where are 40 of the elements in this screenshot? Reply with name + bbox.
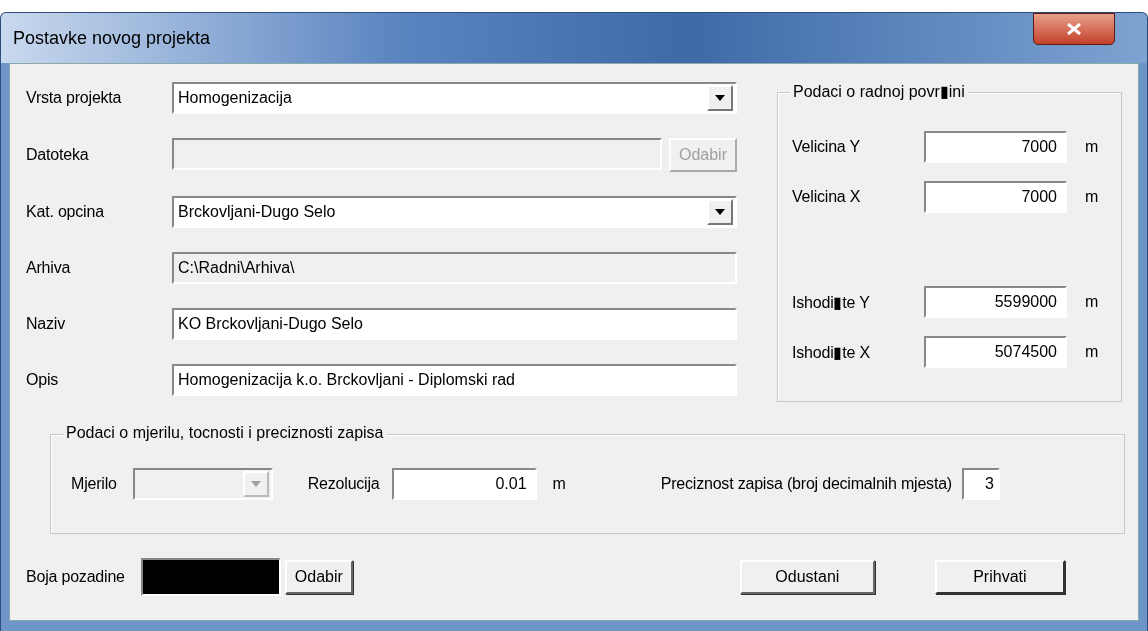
caret-icon bbox=[250, 481, 261, 487]
caret-icon bbox=[715, 95, 725, 101]
field-label: Rezolucija bbox=[307, 475, 380, 493]
choose-button[interactable]: Odabir bbox=[284, 560, 353, 594]
input-field[interactable]: Homogenizacija k.o. Brckovljani - Diplomski rad bbox=[172, 364, 737, 396]
input-field[interactable]: 0.01 bbox=[391, 468, 537, 500]
caret-icon bbox=[715, 209, 725, 215]
field-label: Vrsta projekta bbox=[26, 89, 123, 107]
field-label: Arhiva bbox=[26, 259, 72, 277]
unit-label: m bbox=[1084, 343, 1100, 361]
unit-label: m bbox=[1084, 188, 1100, 206]
accept-button[interactable]: Prihvati bbox=[934, 560, 1065, 594]
input-field[interactable]: 3 bbox=[961, 468, 1000, 500]
close-icon bbox=[1067, 23, 1081, 35]
unit-label: m bbox=[552, 475, 566, 493]
field-label: Kat. opcina bbox=[26, 203, 105, 221]
field-label: Ishodi▮te X bbox=[792, 342, 871, 362]
input-field[interactable]: 7000 bbox=[924, 131, 1067, 163]
field-label: Mjerilo bbox=[71, 475, 117, 493]
field-label: Velicina X bbox=[792, 188, 862, 206]
field-label: Boja pozadine bbox=[26, 568, 125, 586]
close-button[interactable] bbox=[1033, 13, 1115, 45]
input-field[interactable]: 5074500 bbox=[924, 336, 1067, 368]
field-label: Preciznost zapisa (broj decimalnih mjesta) bbox=[660, 475, 952, 493]
unit-label: m bbox=[1084, 138, 1100, 156]
group-title: Podaci o mjerilu, tocnosti i preciznosti zapisa bbox=[63, 424, 387, 442]
field-label: Naziv bbox=[26, 315, 66, 333]
input-field[interactable]: 7000 bbox=[924, 181, 1067, 213]
field-label: Datoteka bbox=[26, 146, 90, 164]
field-label: Ishodi▮te Y bbox=[792, 292, 871, 312]
dropdown[interactable]: Homogenizacija bbox=[172, 82, 737, 114]
window-title: Postavke novog projekta bbox=[13, 27, 211, 49]
input-field[interactable]: 5599000 bbox=[924, 286, 1067, 318]
dropdown[interactable]: Brckovljani-Dugo Selo bbox=[172, 196, 737, 228]
field-label: Opis bbox=[26, 371, 60, 389]
input-field[interactable]: KO Brckovljani-Dugo Selo bbox=[172, 308, 737, 340]
cancel-button[interactable]: Odustani bbox=[739, 560, 875, 594]
group-title: Podaci o radnoj povr▮ini bbox=[790, 82, 968, 101]
field-label: Velicina Y bbox=[792, 138, 861, 156]
unit-label: m bbox=[1084, 293, 1100, 311]
